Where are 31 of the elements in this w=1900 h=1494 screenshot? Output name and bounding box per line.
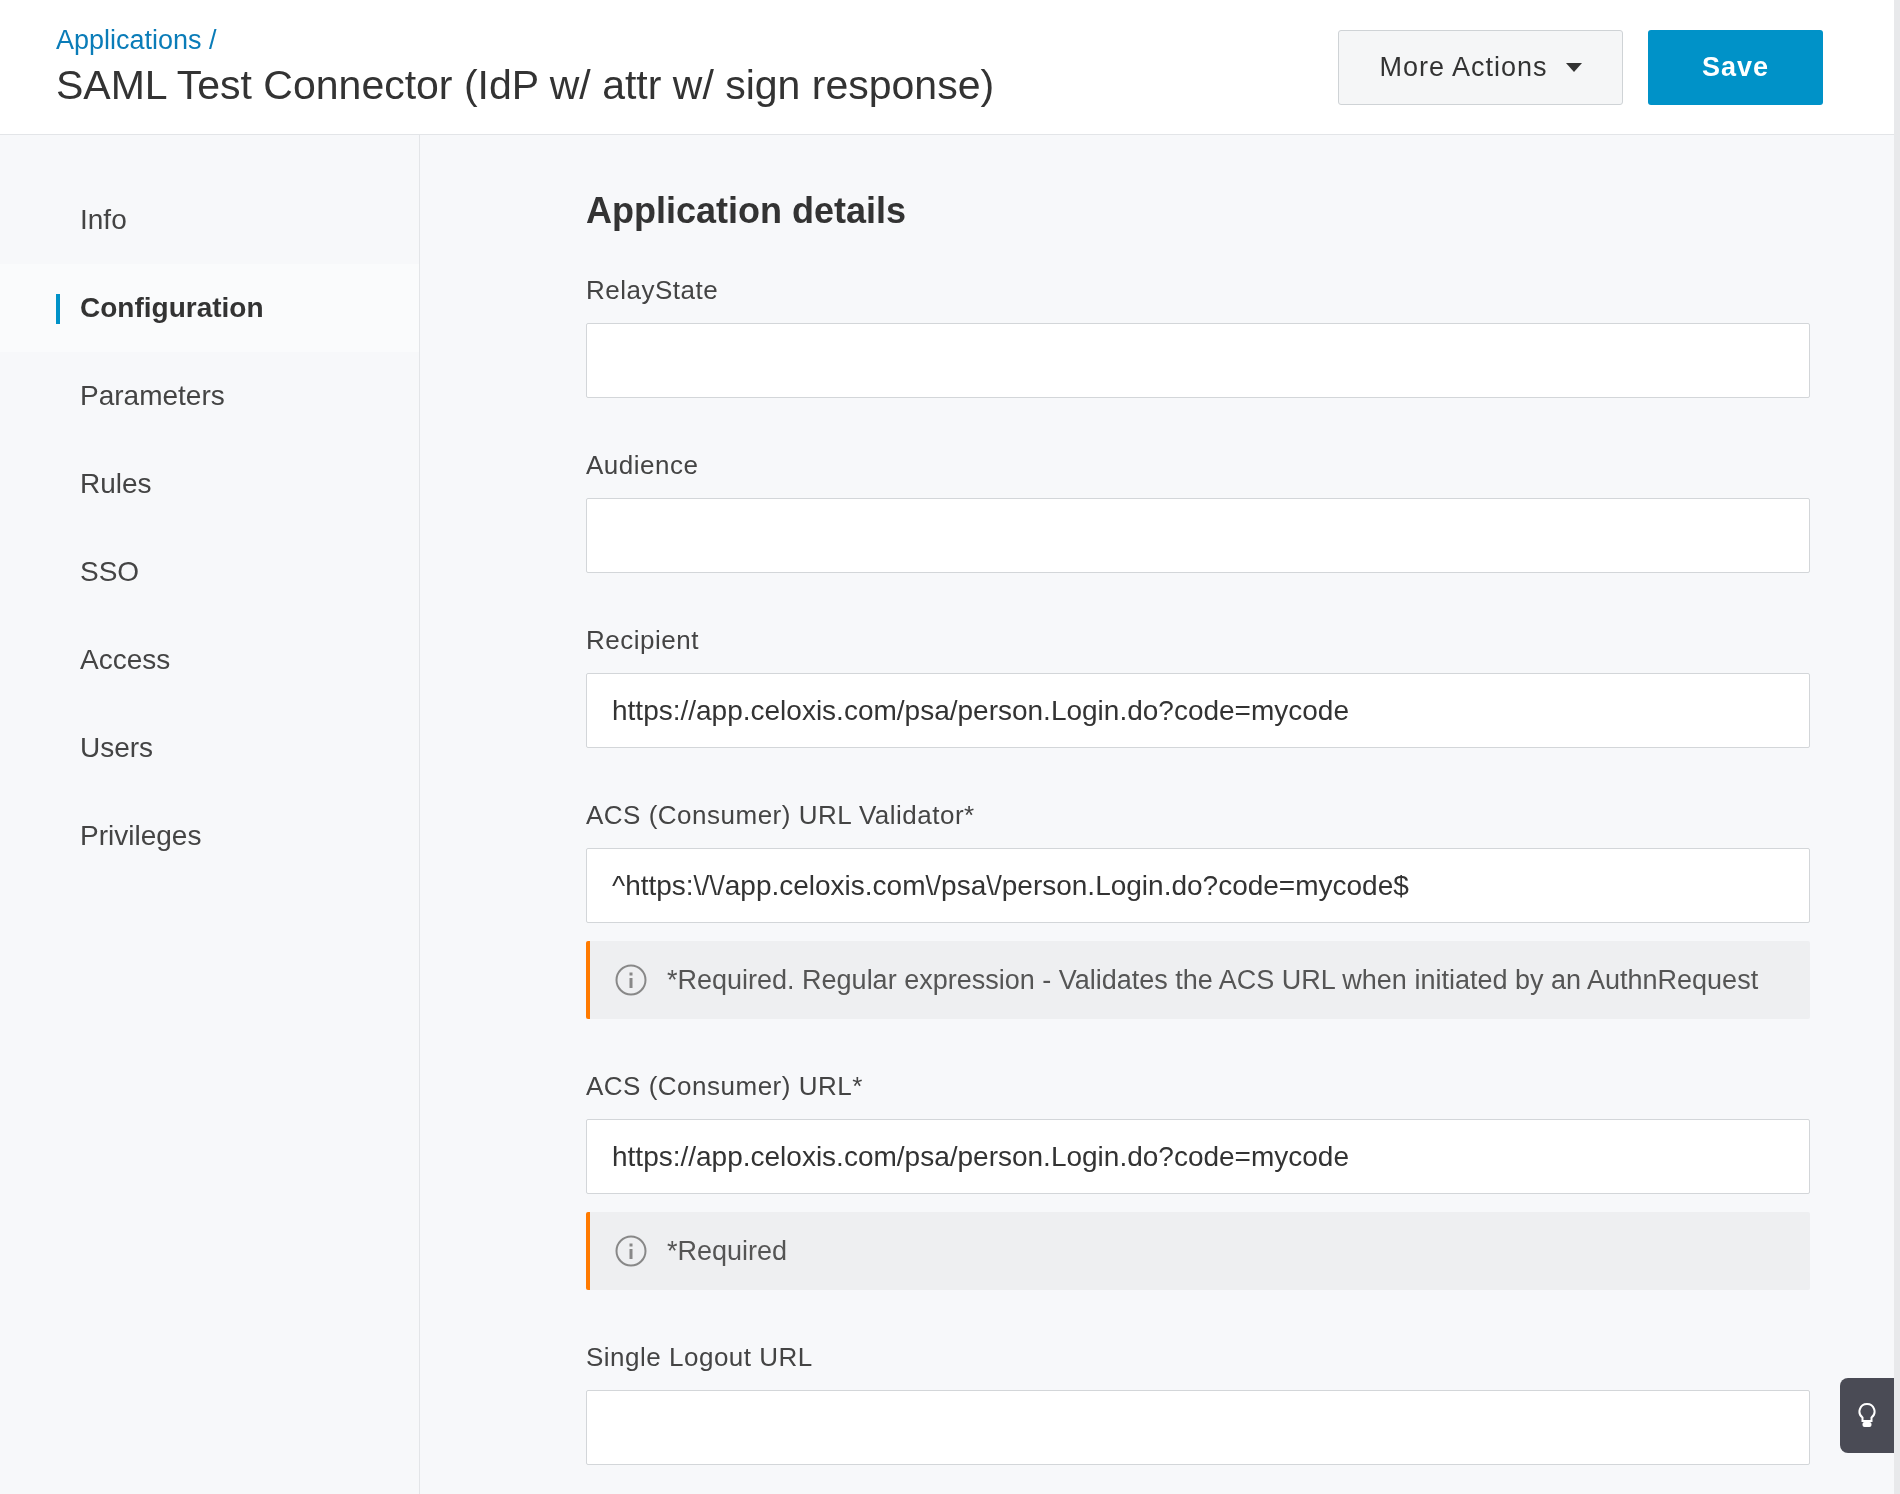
info-icon (615, 964, 647, 996)
info-icon (615, 1235, 647, 1267)
caret-icon (1565, 62, 1582, 72)
page-title: SAML Test Connector (IdP w/ attr w/ sign response) (56, 61, 995, 110)
field-label: RelayState (586, 274, 720, 307)
sidebar-item[interactable]: Parameters (0, 352, 419, 440)
sidebar-item[interactable]: Access (0, 616, 419, 704)
section-heading: Application details (586, 189, 908, 233)
input-field[interactable]: https://app.celoxis.com/psa/person.Login.do?code=mycode (586, 1119, 1810, 1194)
hint-text: *Required (667, 1234, 788, 1268)
lightbulb-icon (1858, 1402, 1876, 1429)
field-label: ACS (Consumer) URL Validator* (586, 799, 976, 832)
save-button[interactable]: Save (1648, 29, 1823, 105)
sidebar-item[interactable]: Users (0, 704, 419, 792)
tips-button[interactable] (1840, 1378, 1894, 1453)
input-field[interactable]: ^https:\/\/app.celoxis.com\/psa\/person.Login.do?code=mycode$ (586, 848, 1810, 923)
field-label: Audience (586, 449, 700, 482)
input-field[interactable] (586, 323, 1810, 398)
field-label: Recipient (586, 624, 700, 657)
input-field[interactable]: https://app.celoxis.com/psa/person.Login.do?code=mycode (586, 673, 1810, 748)
hint-text: *Required. Regular expression - Validates the ACS URL when initiated by an AuthnRequest (667, 963, 1759, 997)
sidebar-item[interactable]: Info (0, 176, 419, 264)
sidebar-item[interactable]: Privileges (0, 792, 419, 880)
input-field[interactable] (586, 1390, 1810, 1465)
field-label: ACS (Consumer) URL* (586, 1070, 864, 1103)
input-field[interactable] (586, 498, 1810, 573)
sidebar-item[interactable]: SSO (0, 528, 419, 616)
breadcrumb-link[interactable]: Applications / (56, 23, 995, 57)
field-label: Single Logout URL (586, 1341, 814, 1374)
more-actions-button[interactable]: More Actions (1338, 29, 1623, 105)
sidebar-item[interactable]: Rules (0, 440, 419, 528)
